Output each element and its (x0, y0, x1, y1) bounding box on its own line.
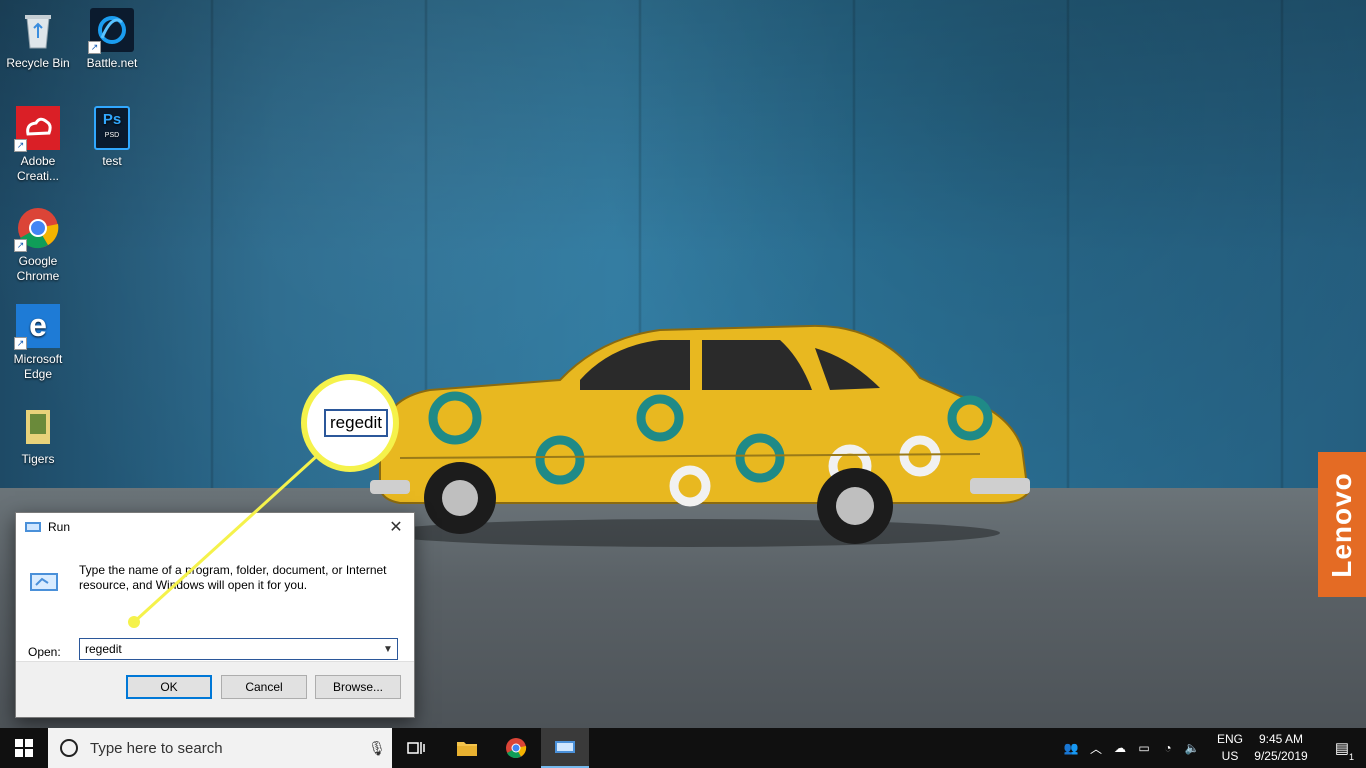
desktop-icon-battle-net[interactable]: ↗ Battle.net (74, 8, 150, 71)
taskbar-clock[interactable]: 9:45 AM 9/25/2019 (1246, 731, 1316, 765)
action-center-button[interactable]: ▤ 1 (1318, 728, 1366, 768)
callout-text: regedit (324, 409, 388, 437)
desktop-icon-label: Microsoft Edge (13, 352, 63, 381)
open-input-value[interactable]: regedit (80, 642, 379, 656)
people-icon[interactable]: 👥 (1058, 741, 1084, 755)
desktop-icon-tigers[interactable]: Tigers (0, 404, 76, 467)
task-view-button[interactable] (392, 728, 440, 768)
task-view-icon (407, 742, 425, 754)
taskbar: Type here to search 🎙 👥 ︿ ☁ ▭ ◔ 🔈 ENG US… (0, 728, 1366, 768)
battery-icon[interactable]: ▭ (1132, 741, 1156, 755)
run-icon (25, 522, 41, 532)
clock-time: 9:45 AM (1258, 732, 1304, 746)
onedrive-icon[interactable]: ☁ (1108, 741, 1132, 755)
adobe-creative-cloud-icon: ↗ (14, 106, 60, 152)
run-program-icon (30, 573, 58, 591)
chrome-icon: ↗ (14, 206, 60, 252)
desktop-icon-label: Recycle Bin (6, 56, 70, 70)
file-explorer-button[interactable] (443, 728, 491, 768)
desktop-icon-label: Google Chrome (16, 254, 60, 283)
run-dialog-title: Run (48, 520, 71, 534)
language-code: ENG (1216, 732, 1243, 746)
run-icon (555, 741, 575, 753)
desktop-icon-adobe-creative-cloud[interactable]: ↗ Adobe Creati... (0, 106, 76, 184)
desktop-icon-label: Tigers (21, 452, 55, 466)
run-dialog: Run ✕ Type the name of a program, folder… (15, 512, 415, 718)
edge-icon: e ↗ (14, 304, 60, 350)
desktop-icon-label: Adobe Creati... (16, 154, 59, 183)
notification-count: 1 (1346, 752, 1356, 762)
lenovo-logo-text: Lenovo (1326, 471, 1357, 578)
desktop-icon-google-chrome[interactable]: ↗ Google Chrome (0, 206, 76, 284)
cancel-button[interactable]: Cancel (221, 675, 307, 699)
lenovo-logo: Lenovo (1318, 452, 1366, 597)
desktop-icon-label: test (102, 154, 122, 168)
wallpaper-car (370, 324, 1030, 547)
shortcut-arrow-icon: ↗ (14, 337, 27, 350)
photoshop-file-icon: Ps PSD (94, 106, 130, 150)
system-tray: 👥 ︿ ☁ ▭ ◔ 🔈 (1058, 728, 1204, 768)
desktop-icon-test-psd[interactable]: Ps PSD test (74, 106, 150, 169)
chrome-icon (506, 738, 527, 759)
microphone-icon[interactable]: 🎙 (362, 740, 392, 757)
windows-logo-icon (15, 739, 33, 757)
keyboard-layout: US (1221, 749, 1239, 763)
chevron-up-icon[interactable]: ︿ (1084, 740, 1108, 757)
start-button[interactable] (0, 728, 48, 768)
search-placeholder: Type here to search (90, 739, 223, 757)
run-dialog-titlebar[interactable]: Run ✕ (16, 513, 414, 541)
chevron-down-icon[interactable]: ▼ (379, 644, 397, 655)
shortcut-arrow-icon: ↗ (14, 139, 27, 152)
desktop-icon-recycle-bin[interactable]: Recycle Bin (0, 8, 76, 71)
chrome-taskbar-button[interactable] (492, 728, 540, 768)
callout-magnifier: regedit (301, 374, 399, 472)
run-dialog-body: Type the name of a program, folder, docu… (16, 541, 414, 662)
desktop-icon-label: Battle.net (86, 56, 138, 70)
language-indicator[interactable]: ENG US (1212, 731, 1248, 765)
wifi-icon[interactable]: ◔ (1156, 741, 1180, 755)
recycle-bin-icon (16, 8, 60, 52)
run-dialog-description: Type the name of a program, folder, docu… (79, 563, 387, 592)
shortcut-arrow-icon: ↗ (88, 41, 101, 54)
cortana-icon (60, 739, 78, 757)
taskbar-search-box[interactable]: Type here to search 🎙 (48, 728, 392, 768)
folder-icon (16, 404, 60, 448)
shortcut-arrow-icon: ↗ (14, 239, 27, 252)
run-taskbar-button[interactable] (541, 728, 589, 768)
browse-button[interactable]: Browse... (315, 675, 401, 699)
open-input[interactable]: regedit ▼ (79, 638, 398, 660)
clock-date: 9/25/2019 (1254, 749, 1308, 763)
ok-button[interactable]: OK (126, 675, 212, 699)
desktop-icon-microsoft-edge[interactable]: e ↗ Microsoft Edge (0, 304, 76, 382)
open-label: Open: (28, 645, 61, 659)
file-explorer-icon (457, 742, 477, 756)
close-icon[interactable]: ✕ (386, 517, 406, 537)
volume-icon[interactable]: 🔈 (1180, 741, 1204, 755)
battle-net-icon: ↗ (88, 8, 134, 54)
